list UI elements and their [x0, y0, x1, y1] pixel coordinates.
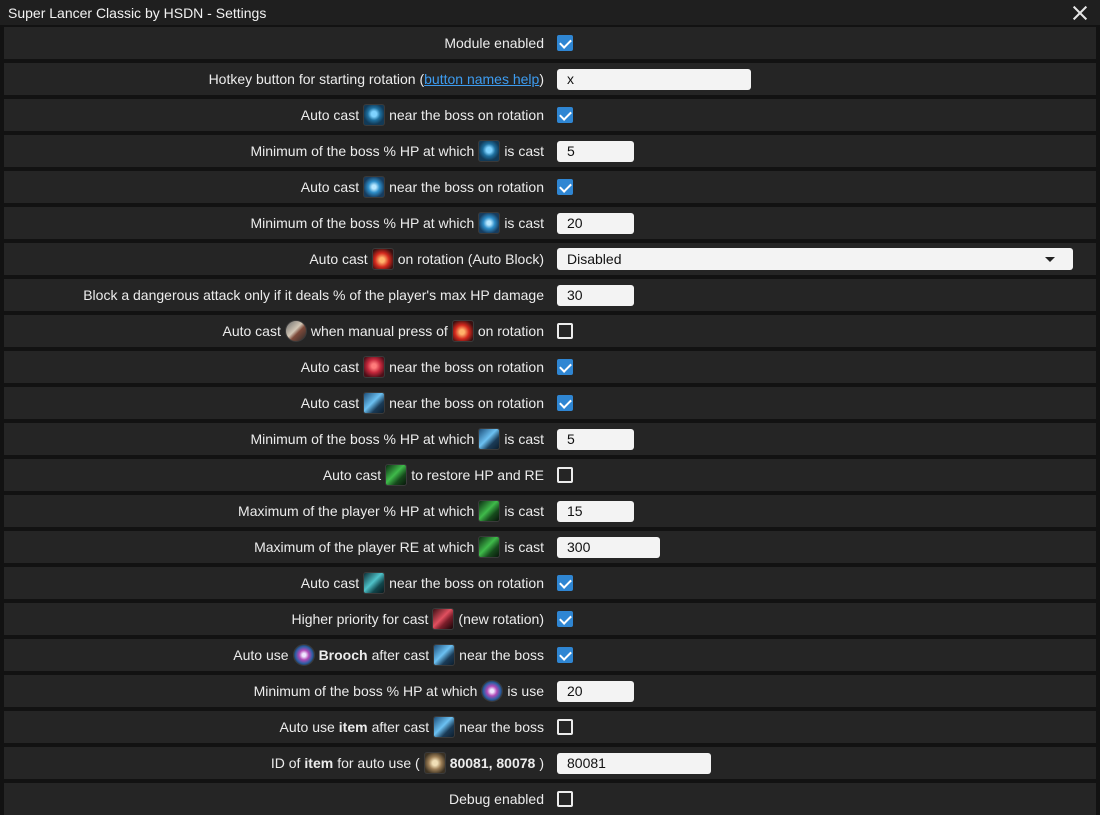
settings-list: Module enabled Hotkey button for startin… — [0, 25, 1100, 815]
setting-row-20: Auto use item after cast near the boss — [4, 711, 1096, 743]
skill-red-face-icon — [363, 356, 386, 378]
auto-cast-checkbox[interactable] — [557, 395, 573, 411]
skill-teal-icon — [363, 572, 386, 594]
skill-blue-figure-icon — [478, 212, 501, 234]
auto-cast-checkbox[interactable] — [557, 323, 573, 339]
setting-label: Hotkey button for starting rotation (but… — [208, 71, 544, 87]
setting-row-16: Auto cast near the boss on rotation — [4, 567, 1096, 599]
setting-row-17: Higher priority for cast (new rotation) — [4, 603, 1096, 635]
setting-row-18: Auto use Brooch after cast near the boss — [4, 639, 1096, 671]
auto-block-select[interactable]: Disabled — [557, 248, 1073, 270]
title-bar: Super Lancer Classic by HSDN - Settings — [0, 0, 1100, 25]
boss-hp-input[interactable]: 5 — [557, 140, 634, 162]
setting-label: Module enabled — [444, 35, 544, 51]
skill-blue-glow-icon — [363, 104, 386, 126]
setting-row-debug: Debug enabled — [4, 783, 1096, 815]
brooch-icon — [292, 644, 315, 666]
setting-row-3: Auto cast near the boss on rotation — [4, 99, 1096, 131]
setting-row-module-enabled: Module enabled — [4, 27, 1096, 59]
setting-row-6: Minimum of the boss % HP at which is cast… — [4, 207, 1096, 239]
setting-row-7: Auto cast on rotation (Auto Block) Disabl… — [4, 243, 1096, 275]
setting-row-12: Minimum of the boss % HP at which is cast… — [4, 423, 1096, 455]
hotkey-input[interactable]: x — [557, 68, 751, 90]
auto-use-item-checkbox[interactable] — [557, 719, 573, 735]
item-id-input[interactable]: 80081 — [557, 752, 711, 774]
boss-hp-input[interactable]: 20 — [557, 680, 634, 702]
player-hp-input[interactable]: 15 — [557, 500, 634, 522]
skill-blue-glow-icon — [478, 140, 501, 162]
auto-cast-checkbox[interactable] — [557, 575, 573, 591]
module-enabled-checkbox[interactable] — [557, 35, 573, 51]
setting-row-4: Minimum of the boss % HP at which is cast… — [4, 135, 1096, 167]
skill-red-spear-icon — [432, 608, 455, 630]
setting-row-9: Auto cast when manual press of on rotation — [4, 315, 1096, 347]
setting-row-15: Maximum of the player RE at which is cast… — [4, 531, 1096, 563]
setting-row-5: Auto cast near the boss on rotation — [4, 171, 1096, 203]
skill-spear-icon — [284, 320, 307, 342]
skill-blue-lance-icon — [363, 392, 386, 414]
setting-row-11: Auto cast near the boss on rotation — [4, 387, 1096, 419]
auto-cast-checkbox[interactable] — [557, 359, 573, 375]
skill-blue-lance-icon — [433, 716, 456, 738]
boss-hp-input[interactable]: 5 — [557, 428, 634, 450]
skill-blue-lance-icon — [433, 644, 456, 666]
setting-row-hotkey: Hotkey button for starting rotation (but… — [4, 63, 1096, 95]
setting-row-21: ID of item for auto use (80081, 80078) 800… — [4, 747, 1096, 779]
setting-row-19: Minimum of the boss % HP at which is use … — [4, 675, 1096, 707]
auto-cast-checkbox[interactable] — [557, 107, 573, 123]
setting-row-10: Auto cast near the boss on rotation — [4, 351, 1096, 383]
debug-checkbox[interactable] — [557, 791, 573, 807]
skill-red-fire-icon — [371, 248, 394, 270]
close-icon[interactable] — [1072, 5, 1088, 21]
skill-blue-figure-icon — [363, 176, 386, 198]
boss-hp-input[interactable]: 20 — [557, 212, 634, 234]
item-icon — [423, 752, 446, 774]
player-re-input[interactable]: 300 — [557, 536, 660, 558]
skill-green-icon — [478, 500, 501, 522]
setting-row-13: Auto cast to restore HP and RE — [4, 459, 1096, 491]
brooch-icon — [481, 680, 504, 702]
chevron-down-icon — [1045, 256, 1055, 262]
skill-green-icon — [478, 536, 501, 558]
priority-checkbox[interactable] — [557, 611, 573, 627]
auto-use-brooch-checkbox[interactable] — [557, 647, 573, 663]
skill-red-fire-icon — [451, 320, 474, 342]
skill-blue-lance-icon — [478, 428, 501, 450]
auto-cast-checkbox[interactable] — [557, 179, 573, 195]
window-title: Super Lancer Classic by HSDN - Settings — [8, 4, 267, 21]
auto-cast-checkbox[interactable] — [557, 467, 573, 483]
block-threshold-input[interactable]: 30 — [557, 284, 634, 306]
setting-row-8: Block a dangerous attack only if it deal… — [4, 279, 1096, 311]
button-names-help-link[interactable]: button names help — [424, 71, 539, 87]
setting-row-14: Maximum of the player % HP at which is ca… — [4, 495, 1096, 527]
skill-green-icon — [385, 464, 408, 486]
